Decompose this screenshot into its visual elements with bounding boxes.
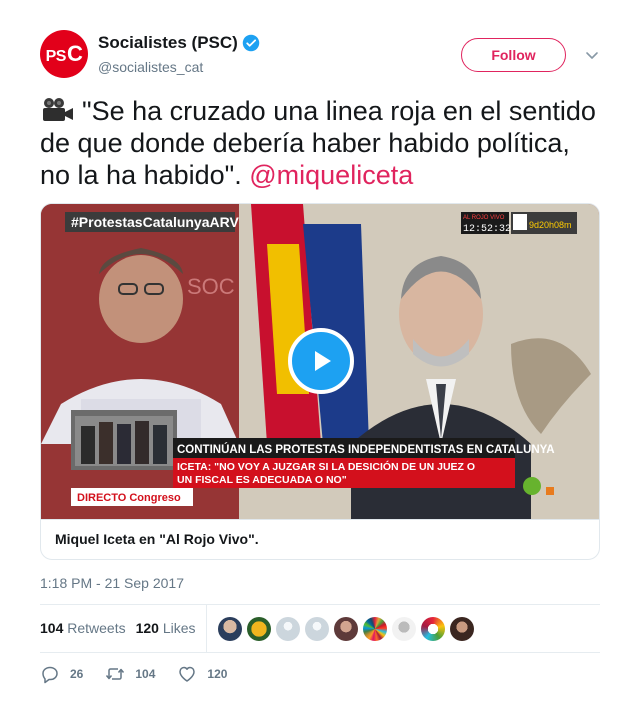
avatar-logo-text: PSC bbox=[45, 41, 83, 66]
follow-button[interactable]: Follow bbox=[461, 38, 566, 72]
reply-icon bbox=[42, 666, 58, 684]
author-name-row[interactable]: Socialistes (PSC) bbox=[98, 33, 260, 53]
like-button[interactable]: 120 bbox=[177, 664, 227, 684]
movie-camera-icon bbox=[43, 98, 73, 121]
liker-avatars bbox=[218, 617, 474, 641]
retweets-stat[interactable]: 104 Retweets bbox=[40, 620, 126, 636]
stats-top-divider bbox=[40, 604, 600, 605]
author-name[interactable]: Socialistes (PSC) bbox=[98, 33, 238, 53]
chevron-down-icon[interactable] bbox=[583, 46, 601, 64]
likes-stat[interactable]: 120 Likes bbox=[136, 620, 196, 636]
tweet-header: PSC Socialistes (PSC) @socialistes_cat F… bbox=[40, 30, 600, 80]
tweet-timestamp[interactable]: 1:18 PM - 21 Sep 2017 bbox=[40, 575, 184, 591]
liker-avatar[interactable] bbox=[305, 617, 329, 641]
verified-badge-icon bbox=[242, 34, 260, 52]
reply-count: 26 bbox=[70, 667, 84, 681]
clock: 12:52:32 bbox=[463, 224, 511, 235]
card-divider bbox=[41, 519, 599, 520]
tweet-stats: 104 Retweets 120 Likes bbox=[40, 620, 196, 636]
live-label: DIRECTO Congreso bbox=[77, 492, 181, 504]
liker-avatar[interactable] bbox=[276, 617, 300, 641]
retweet-icon bbox=[106, 668, 125, 680]
liker-avatar[interactable] bbox=[392, 617, 416, 641]
author-handle[interactable]: @socialistes_cat bbox=[98, 59, 203, 75]
video-thumbnail[interactable]: SOC #ProtestasCatalunyaARV AL ROJO VIVO … bbox=[41, 204, 599, 519]
mention-link[interactable]: @miqueliceta bbox=[249, 160, 413, 190]
backdrop-text: SOC bbox=[187, 274, 235, 299]
retweet-button[interactable]: 104 bbox=[105, 664, 155, 684]
stats-vertical-divider bbox=[206, 604, 207, 652]
hashtag-banner: #ProtestasCatalunyaARV bbox=[71, 214, 239, 230]
play-icon bbox=[315, 351, 331, 371]
stats-bottom-divider bbox=[40, 652, 600, 653]
show-name: AL ROJO VIVO bbox=[463, 215, 505, 221]
reply-button[interactable]: 26 bbox=[40, 664, 83, 684]
author-avatar[interactable]: PSC bbox=[40, 30, 88, 78]
liker-avatar[interactable] bbox=[363, 617, 387, 641]
likes-count: 120 bbox=[135, 620, 159, 636]
tweet-actions: 26 104 120 bbox=[40, 664, 249, 684]
liker-avatar[interactable] bbox=[421, 617, 445, 641]
counter: 9d20h08m bbox=[529, 220, 572, 230]
heart-icon bbox=[179, 666, 196, 682]
like-count: 120 bbox=[207, 667, 228, 681]
retweets-count: 104 bbox=[40, 620, 64, 636]
liker-avatar[interactable] bbox=[247, 617, 271, 641]
retweets-label: Retweets bbox=[67, 620, 126, 636]
retweet-count: 104 bbox=[135, 667, 156, 681]
media-card[interactable]: SOC #ProtestasCatalunyaARV AL ROJO VIVO … bbox=[40, 203, 600, 560]
quote-line-2: UN FISCAL ES ADECUADA O NO" bbox=[177, 474, 347, 486]
play-button[interactable] bbox=[288, 328, 354, 394]
tweet-text: "Se ha cruzado una linea roja en el sent… bbox=[40, 95, 600, 191]
quote-line-1: ICETA: "NO VOY A JUZGAR SI LA DESICIÓN D… bbox=[177, 460, 475, 473]
card-caption[interactable]: Miquel Iceta en "Al Rojo Vivo". bbox=[55, 531, 259, 547]
likes-label: Likes bbox=[162, 620, 196, 636]
liker-avatar[interactable] bbox=[450, 617, 474, 641]
headline: CONTINÚAN LAS PROTESTAS INDEPENDENTISTAS… bbox=[177, 443, 555, 456]
liker-avatar[interactable] bbox=[334, 617, 358, 641]
liker-avatar[interactable] bbox=[218, 617, 242, 641]
